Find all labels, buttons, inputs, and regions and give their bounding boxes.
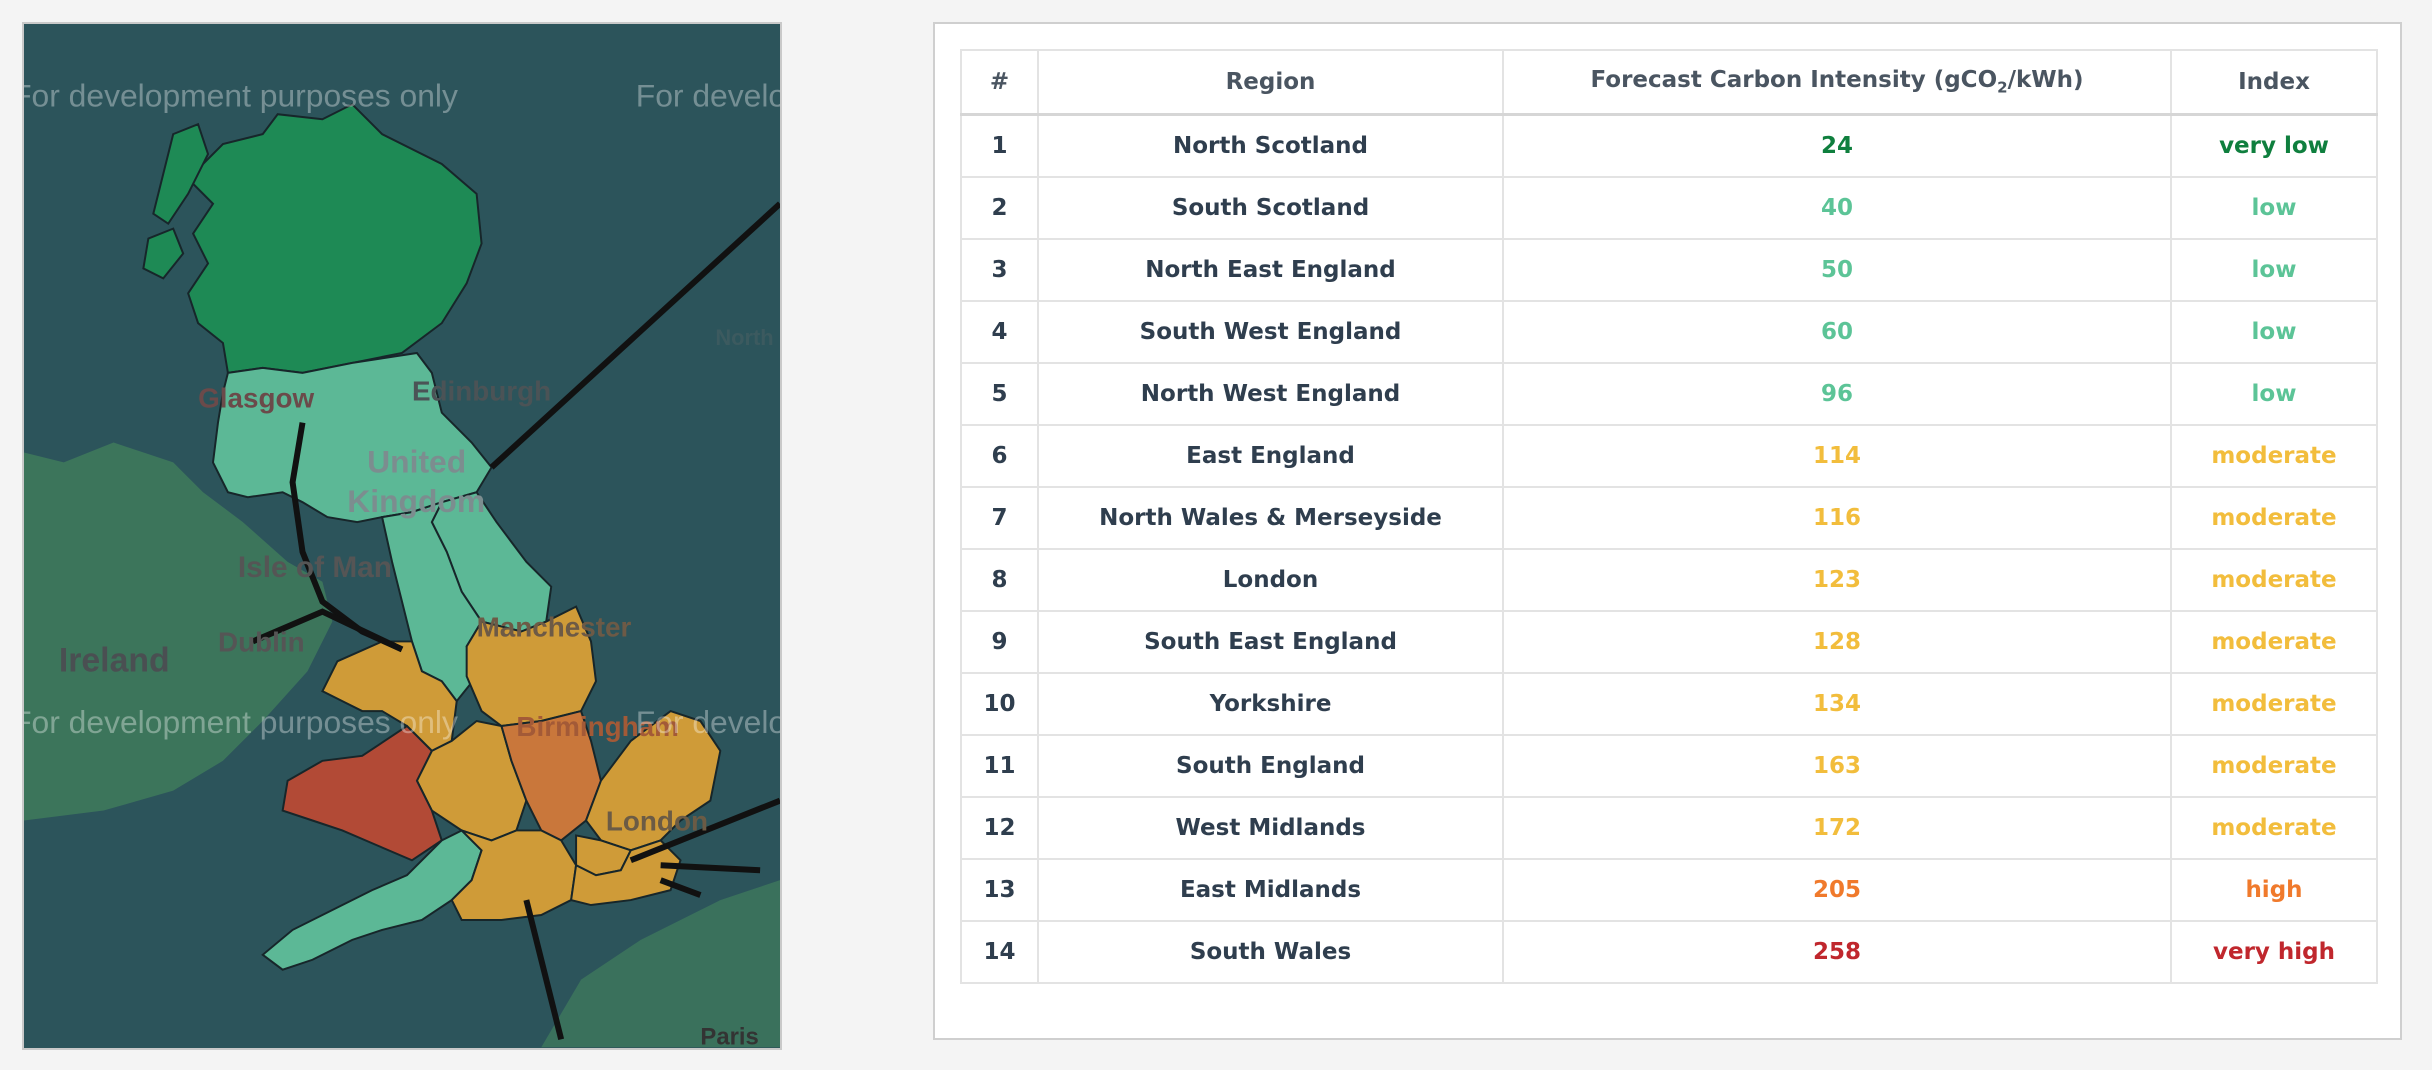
row-index: very low	[2170, 113, 2378, 178]
label-dublin: Dublin	[218, 626, 305, 657]
row-number: 12	[960, 796, 1039, 860]
watermark-text: For development purposes only	[636, 77, 780, 113]
header-forecast-intensity[interactable]: Forecast Carbon Intensity (gCO2/kWh)	[1502, 49, 2172, 116]
row-forecast-value: 96	[1502, 362, 2172, 426]
row-region: South Wales	[1037, 920, 1504, 984]
row-forecast-value: 163	[1502, 734, 2172, 798]
table-body: 1 North Scotland 24 very low 2 South Scotland…	[960, 113, 2378, 984]
header-forecast-sub: 2	[1997, 78, 2008, 97]
map-panel[interactable]: Edinburgh Glasgow United Kingdom Isle of…	[22, 22, 782, 1050]
table-header-row: # Region Forecast Carbon Intensity (gCO2…	[960, 49, 2378, 116]
table-row[interactable]: 9 South East England 128 moderate	[960, 610, 2378, 674]
header-forecast-suffix: /kWh)	[2007, 67, 2084, 94]
label-ireland: Ireland	[59, 641, 170, 679]
table-row[interactable]: 11 South England 163 moderate	[960, 734, 2378, 798]
row-index: moderate	[2170, 548, 2378, 612]
row-number: 8	[960, 548, 1039, 612]
watermark-text: For development purposes only	[24, 77, 458, 113]
label-manchester: Manchester	[477, 611, 632, 642]
table-row[interactable]: 8 London 123 moderate	[960, 548, 2378, 612]
row-number: 6	[960, 424, 1039, 488]
uk-region-map[interactable]: Edinburgh Glasgow United Kingdom Isle of…	[24, 24, 780, 1048]
row-region: North West England	[1037, 362, 1504, 426]
row-forecast-value: 123	[1502, 548, 2172, 612]
label-paris-fragment: Paris	[700, 1023, 758, 1048]
row-index: moderate	[2170, 424, 2378, 488]
row-index: low	[2170, 176, 2378, 240]
row-region: South East England	[1037, 610, 1504, 674]
row-number: 10	[960, 672, 1039, 736]
row-forecast-value: 128	[1502, 610, 2172, 674]
row-index: high	[2170, 858, 2378, 922]
label-edinburgh: Edinburgh	[412, 376, 551, 407]
row-forecast-value: 24	[1502, 113, 2172, 178]
row-number: 4	[960, 300, 1039, 364]
table-row[interactable]: 12 West Midlands 172 moderate	[960, 796, 2378, 860]
row-number: 9	[960, 610, 1039, 674]
row-forecast-value: 40	[1502, 176, 2172, 240]
table-row[interactable]: 4 South West England 60 low	[960, 300, 2378, 364]
row-forecast-value: 60	[1502, 300, 2172, 364]
row-number: 14	[960, 920, 1039, 984]
row-forecast-value: 205	[1502, 858, 2172, 922]
watermark-text: For development purposes only	[636, 704, 780, 740]
row-index: moderate	[2170, 796, 2378, 860]
table-row[interactable]: 3 North East England 50 low	[960, 238, 2378, 302]
label-london: London	[606, 805, 708, 836]
row-number: 1	[960, 113, 1039, 178]
table-row[interactable]: 7 North Wales & Merseyside 116 moderate	[960, 486, 2378, 550]
header-number[interactable]: #	[960, 49, 1039, 116]
watermark-text: For development purposes only	[24, 704, 458, 740]
table-row[interactable]: 2 South Scotland 40 low	[960, 176, 2378, 240]
row-number: 3	[960, 238, 1039, 302]
row-region: North Scotland	[1037, 113, 1504, 178]
row-index: low	[2170, 300, 2378, 364]
carbon-intensity-panel: # Region Forecast Carbon Intensity (gCO2…	[933, 22, 2402, 1040]
row-index: low	[2170, 362, 2378, 426]
row-number: 11	[960, 734, 1039, 798]
carbon-intensity-table: # Region Forecast Carbon Intensity (gCO2…	[960, 49, 2378, 984]
row-region: East Midlands	[1037, 858, 1504, 922]
row-number: 7	[960, 486, 1039, 550]
table-row[interactable]: 10 Yorkshire 134 moderate	[960, 672, 2378, 736]
row-forecast-value: 134	[1502, 672, 2172, 736]
label-glasgow: Glasgow	[198, 383, 314, 414]
row-forecast-value: 258	[1502, 920, 2172, 984]
row-region: West Midlands	[1037, 796, 1504, 860]
table-row[interactable]: 6 East England 114 moderate	[960, 424, 2378, 488]
row-forecast-value: 116	[1502, 486, 2172, 550]
row-index: moderate	[2170, 486, 2378, 550]
table-row[interactable]: 5 North West England 96 low	[960, 362, 2378, 426]
row-index: moderate	[2170, 734, 2378, 798]
header-forecast-prefix: Forecast Carbon Intensity (gCO	[1590, 67, 1998, 94]
row-region: North Wales & Merseyside	[1037, 486, 1504, 550]
table-row[interactable]: 1 North Scotland 24 very low	[960, 113, 2378, 178]
table-row[interactable]: 14 South Wales 258 very high	[960, 920, 2378, 984]
row-index: moderate	[2170, 672, 2378, 736]
row-region: East England	[1037, 424, 1504, 488]
label-isle-of-man: Isle of Man	[238, 551, 392, 584]
row-forecast-value: 172	[1502, 796, 2172, 860]
row-region: North East England	[1037, 238, 1504, 302]
label-north-fragment: North	[715, 325, 773, 350]
row-forecast-value: 114	[1502, 424, 2172, 488]
row-number: 13	[960, 858, 1039, 922]
header-region[interactable]: Region	[1037, 49, 1504, 116]
row-index: moderate	[2170, 610, 2378, 674]
row-region: London	[1037, 548, 1504, 612]
label-united: United	[367, 443, 466, 479]
header-index[interactable]: Index	[2170, 49, 2378, 116]
table-row[interactable]: 13 East Midlands 205 high	[960, 858, 2378, 922]
row-region: South England	[1037, 734, 1504, 798]
row-region: South West England	[1037, 300, 1504, 364]
row-number: 2	[960, 176, 1039, 240]
label-kingdom: Kingdom	[347, 483, 485, 519]
row-number: 5	[960, 362, 1039, 426]
row-index: very high	[2170, 920, 2378, 984]
row-index: low	[2170, 238, 2378, 302]
row-region: South Scotland	[1037, 176, 1504, 240]
row-region: Yorkshire	[1037, 672, 1504, 736]
row-forecast-value: 50	[1502, 238, 2172, 302]
